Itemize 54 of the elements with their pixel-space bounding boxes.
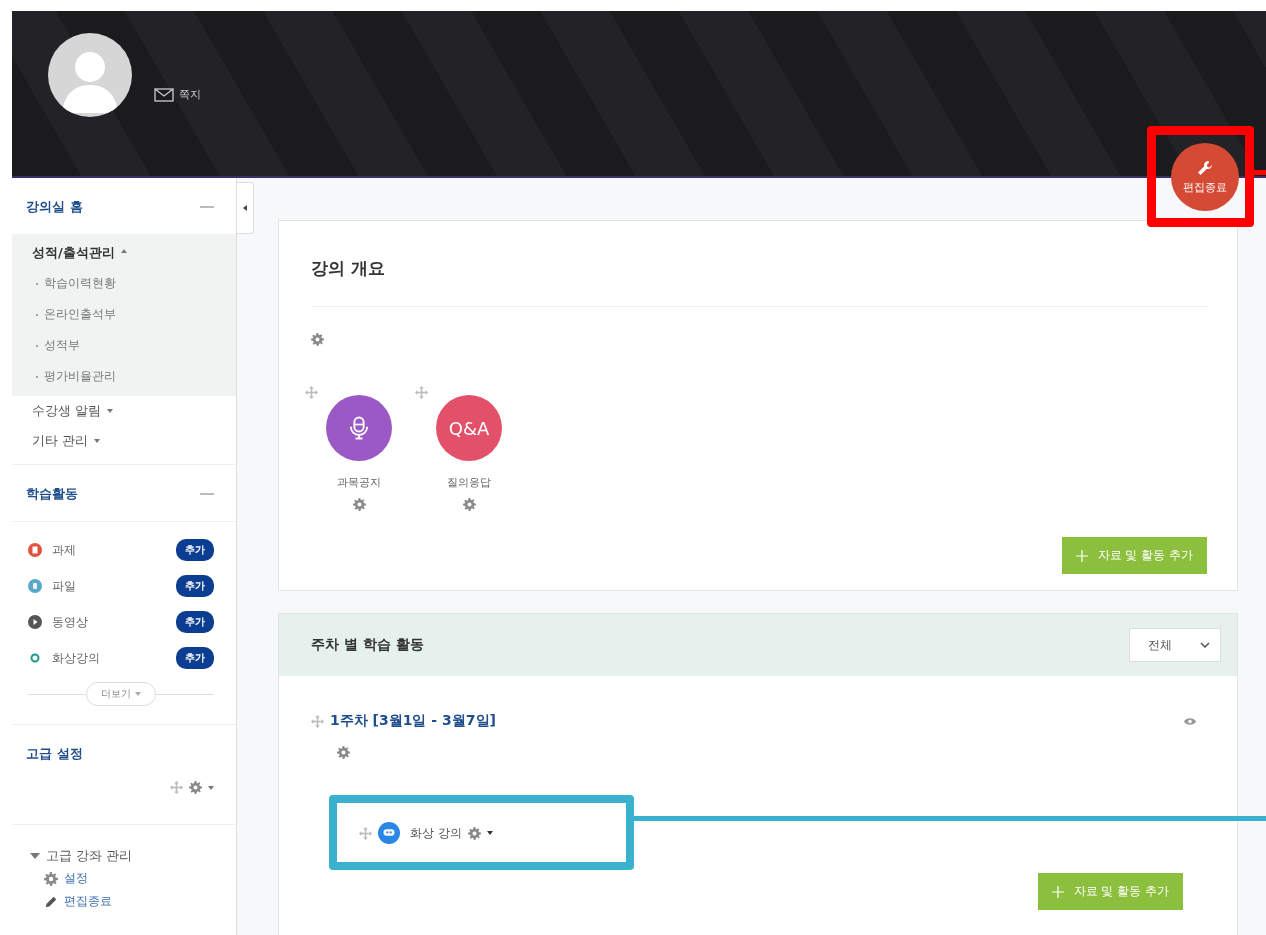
settings-icon[interactable] — [311, 333, 324, 346]
settings-icon[interactable] — [352, 498, 366, 511]
mail-icon — [154, 87, 174, 102]
more-button[interactable]: 더보기 — [86, 682, 156, 706]
menu-item[interactable]: 수강생 알림 — [12, 396, 102, 426]
pencil-icon — [44, 894, 58, 909]
filter-select[interactable]: 전체 — [1129, 628, 1221, 662]
activity-label: 동영상 — [52, 613, 89, 631]
activity-label: 과제 — [52, 541, 77, 559]
tree-item[interactable]: 설정 — [64, 870, 88, 887]
tree-item[interactable]: 편집종료 — [64, 893, 112, 910]
block-title: 학습활동 — [26, 485, 78, 503]
sidebar-toggle[interactable] — [237, 182, 254, 234]
section-title: 주차 별 학습 활동 — [311, 636, 424, 654]
move-icon[interactable] — [311, 714, 324, 728]
qa-badge[interactable]: Q&A — [436, 395, 502, 461]
settings-icon[interactable] — [44, 871, 58, 886]
move-icon[interactable] — [170, 781, 183, 794]
submenu-item[interactable]: 성적부 — [44, 337, 80, 354]
submenu-item[interactable]: 온라인출석부 — [44, 306, 116, 323]
chevron-down-icon — [1200, 642, 1210, 648]
move-icon[interactable] — [415, 386, 428, 399]
settings-icon[interactable] — [467, 826, 481, 840]
settings-icon[interactable] — [337, 746, 350, 759]
section-title: 강의 개요 — [311, 257, 386, 280]
module-label[interactable]: 과목공지 — [337, 475, 381, 490]
message-link[interactable]: 쪽지 — [154, 87, 201, 102]
plus-icon — [1075, 549, 1088, 562]
add-button[interactable]: 추가 — [176, 611, 214, 633]
menu-item[interactable]: 기타 관리 — [12, 426, 89, 456]
activity-label: 파일 — [52, 577, 77, 595]
caret-icon[interactable] — [486, 831, 493, 835]
menu-item[interactable]: 성적/출석관리 — [12, 234, 115, 268]
move-icon[interactable] — [305, 386, 318, 399]
tree-item[interactable]: 고급 강좌 관리 — [46, 847, 133, 865]
submenu-item[interactable]: 학습이력현황 — [44, 275, 116, 292]
move-icon[interactable] — [359, 826, 372, 840]
settings-icon[interactable] — [462, 498, 476, 511]
submenu-item[interactable]: 평가비율관리 — [44, 368, 116, 385]
activity-label: 화상강의 — [52, 649, 101, 667]
block-title: 고급 설정 — [26, 745, 83, 763]
add-button[interactable]: 추가 — [176, 647, 214, 669]
add-button[interactable]: 추가 — [176, 575, 214, 597]
caret-icon — [243, 205, 247, 211]
settings-icon[interactable] — [189, 781, 202, 794]
eye-icon[interactable] — [1183, 716, 1197, 726]
plus-icon — [1051, 885, 1064, 898]
wrench-icon — [1197, 159, 1213, 176]
add-button[interactable]: 추가 — [176, 539, 214, 561]
week-title[interactable]: 1주차 [3월1일 - 3월7일] — [330, 712, 1177, 730]
module-label[interactable]: 질의응답 — [447, 475, 491, 490]
block-title: 강의실 홈 — [26, 198, 83, 216]
chat-bubble-icon — [378, 822, 400, 844]
activity-link[interactable]: 화상 강의 — [410, 824, 462, 842]
